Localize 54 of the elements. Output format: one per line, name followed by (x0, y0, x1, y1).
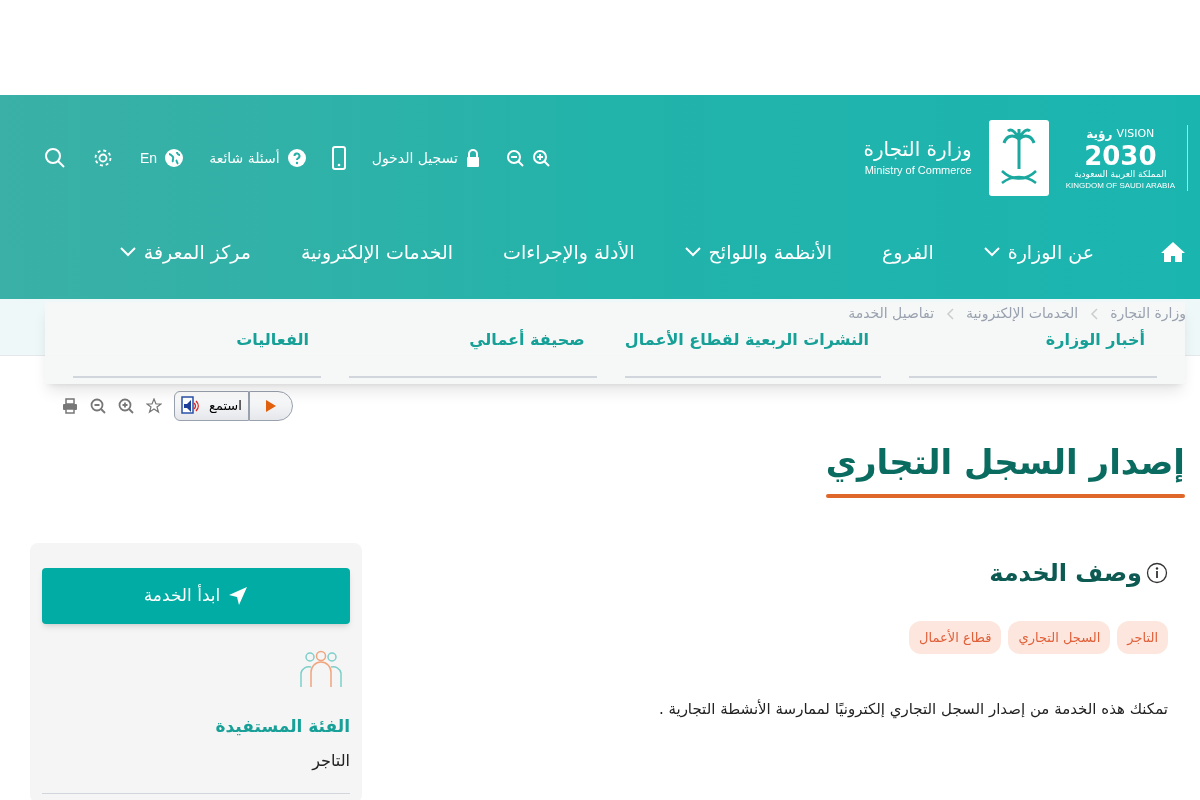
start-service-button[interactable]: ابدأ الخدمة (42, 567, 350, 624)
star-icon[interactable] (146, 398, 162, 414)
nav-item[interactable]: الخدمات الإلكترونية (300, 237, 454, 267)
page-title: إصدار السجل التجاري (825, 441, 1185, 485)
login-link[interactable]: تسجيل الدخول (371, 147, 458, 169)
description-text: تمكنك هذه الخدمة من إصدار السجل التجاري إلكترونيًا لممارسة الأنشطة التجارية . (657, 698, 1168, 721)
zoom-in-icon[interactable] (118, 398, 134, 414)
menu-link[interactable]: صحيفة أعمالي (348, 328, 597, 378)
breadcrumb-link[interactable]: الخدمات الإلكترونية (966, 303, 1079, 324)
nav-item[interactable]: الأدلة والإجراءات (503, 237, 635, 267)
audience-heading: الفئة المستفيدة (214, 714, 350, 738)
breadcrumb-link[interactable]: وزارة التجارة (1110, 303, 1186, 324)
mobile-icon[interactable] (331, 146, 346, 170)
menu-link[interactable]: الفعاليات (73, 328, 321, 378)
people-icon (300, 649, 342, 688)
chevron-left-icon (946, 307, 955, 320)
info-icon (1146, 561, 1168, 584)
ministry-name: Ministry of Commerce (864, 163, 972, 179)
vision-country: المملكة العربية السعودية (1074, 169, 1167, 181)
speaker-icon (181, 396, 201, 416)
play-icon (264, 399, 277, 413)
zoom-out-icon[interactable] (506, 149, 524, 167)
play-button[interactable] (248, 391, 293, 421)
tag[interactable]: السجل التجاري (1008, 620, 1111, 654)
search-icon[interactable] (44, 147, 66, 169)
zoom-in-icon[interactable] (532, 149, 550, 167)
audience-text: التاجر (310, 750, 350, 773)
vision-country: KINGDOM OF SAUDI ARABIA (1065, 180, 1175, 191)
nav-item[interactable]: عن الوزارة (983, 237, 1094, 267)
print-icon[interactable] (62, 398, 78, 414)
nav-item[interactable]: الأنظمة واللوائح (684, 237, 832, 267)
tag[interactable]: التاجر (1117, 620, 1168, 654)
vision-year: 2030 (1084, 143, 1157, 170)
faq-link[interactable]: أسئلة شائعة (209, 147, 280, 169)
question-icon (287, 149, 306, 167)
section-heading: وصف الخدمة (989, 557, 1142, 589)
settings-icon[interactable] (92, 147, 114, 169)
listen-button[interactable]: استمع (174, 391, 249, 421)
menu-link[interactable]: أخبار الوزارة (909, 328, 1157, 378)
menu-link[interactable]: النشرات الربعية لقطاع الأعمال (624, 328, 882, 378)
vision-label: VISION (1116, 126, 1155, 143)
language-link[interactable]: En (140, 147, 158, 169)
home-icon[interactable] (1160, 241, 1186, 263)
nav-item[interactable]: الفروع (882, 237, 934, 267)
chevron-left-icon (1090, 307, 1099, 320)
breadcrumb-link[interactable]: تفاصيل الخدمة (848, 303, 935, 324)
send-arrow-icon (228, 585, 249, 606)
vision-label: رؤية (1086, 126, 1113, 144)
globe-icon (165, 149, 184, 167)
zoom-out-icon[interactable] (90, 398, 106, 414)
nav-item[interactable]: مركز المعرفة (119, 237, 251, 267)
lock-icon (466, 149, 480, 167)
tag[interactable]: قطاع الأعمال (909, 620, 1002, 654)
ministry-name: وزارة التجارة (863, 137, 972, 163)
